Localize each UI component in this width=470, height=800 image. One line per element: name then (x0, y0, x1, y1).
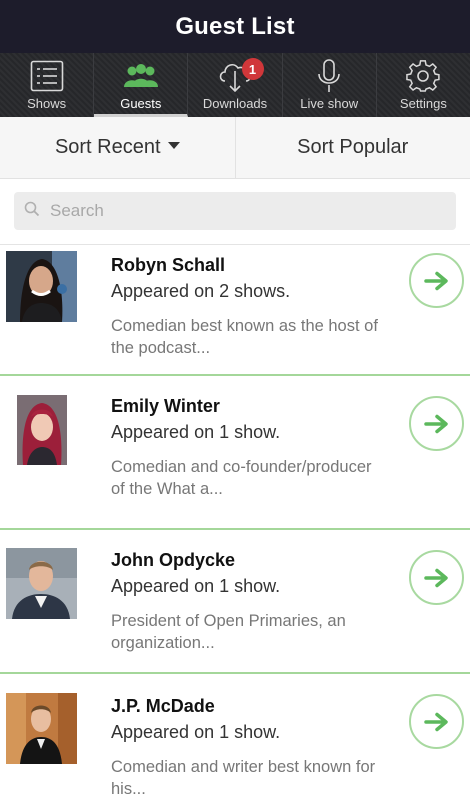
arrow-right-icon (423, 568, 448, 587)
tab-shows[interactable]: Shows (0, 53, 95, 117)
guest-photo (6, 251, 77, 322)
tab-downloads[interactable]: 1 Downloads (188, 53, 283, 117)
guest-appearances: Appeared on 1 show. (111, 576, 281, 596)
open-guest-button[interactable] (409, 694, 464, 749)
list-item[interactable]: John Opdycke Appeared on 1 show. Preside… (0, 530, 470, 674)
open-guest-button[interactable] (409, 253, 464, 308)
search-box (14, 192, 456, 230)
arrow-right-icon (423, 712, 448, 731)
guest-info: Emily Winter Appeared on 1 show. Comedia… (111, 394, 386, 500)
guest-description: Comedian best known as the host of the p… (111, 317, 378, 357)
guest-photo (17, 395, 67, 465)
open-guest-button[interactable] (409, 396, 464, 451)
tab-label-downloads: Downloads (202, 96, 268, 111)
tab-bar: Shows Guests 1 Downloads Live show Setti… (0, 53, 470, 117)
guest-description: Comedian and co-founder/producer of the … (111, 458, 372, 498)
guest-info: Robyn Schall Appeared on 2 shows. Comedi… (111, 253, 386, 359)
guest-name: J.P. McDade (111, 696, 215, 716)
tab-label-live-show: Live show (300, 96, 359, 111)
sort-bar: Sort Recent Sort Popular (0, 117, 470, 179)
app-title-bar: Guest List (0, 0, 470, 53)
microphone-icon (314, 58, 344, 94)
downloads-badge: 1 (241, 58, 264, 80)
list-item[interactable]: Emily Winter Appeared on 1 show. Comedia… (0, 376, 470, 530)
arrow-right-icon (423, 414, 448, 433)
search-icon (24, 201, 40, 222)
guest-photo (6, 548, 77, 619)
guest-info: J.P. McDade Appeared on 1 show. Comedian… (111, 694, 386, 800)
sort-popular-button[interactable]: Sort Popular (236, 117, 470, 178)
guest-appearances: Appeared on 2 shows. (111, 281, 291, 301)
tab-label-guests: Guests (120, 96, 162, 111)
guest-name: Robyn Schall (111, 255, 226, 275)
gear-icon (406, 58, 441, 94)
search-input[interactable] (50, 201, 430, 221)
guest-info: John Opdycke Appeared on 1 show. Preside… (111, 548, 386, 654)
caret-down-icon (167, 142, 180, 149)
tab-label-shows: Shows (27, 96, 67, 111)
guests-icon (122, 58, 160, 94)
guest-description: Comedian and writer best known for his..… (111, 758, 376, 798)
list-item[interactable]: Robyn Schall Appeared on 2 shows. Comedi… (0, 245, 470, 376)
guest-list: Robyn Schall Appeared on 2 shows. Comedi… (0, 245, 470, 800)
open-guest-button[interactable] (409, 550, 464, 605)
search-container (0, 179, 470, 245)
guest-name: Emily Winter (111, 396, 220, 416)
sort-recent-label: Sort Recent (54, 136, 161, 158)
tab-live-show[interactable]: Live show (283, 53, 377, 117)
arrow-right-icon (423, 271, 448, 290)
page-title: Guest List (175, 12, 295, 40)
guest-appearances: Appeared on 1 show. (111, 722, 281, 742)
tab-guests[interactable]: Guests (94, 53, 189, 117)
sort-popular-label: Sort Popular (297, 136, 409, 158)
list-item[interactable]: J.P. McDade Appeared on 1 show. Comedian… (0, 674, 470, 800)
tab-label-settings: Settings (399, 96, 447, 111)
guest-description: President of Open Primaries, an organiza… (111, 612, 346, 652)
guest-photo (6, 693, 77, 764)
guest-name: John Opdycke (111, 550, 236, 570)
tab-settings[interactable]: Settings (377, 53, 470, 117)
sort-recent-button[interactable]: Sort Recent (0, 117, 236, 178)
guest-appearances: Appeared on 1 show. (111, 422, 281, 442)
list-icon (30, 58, 64, 94)
